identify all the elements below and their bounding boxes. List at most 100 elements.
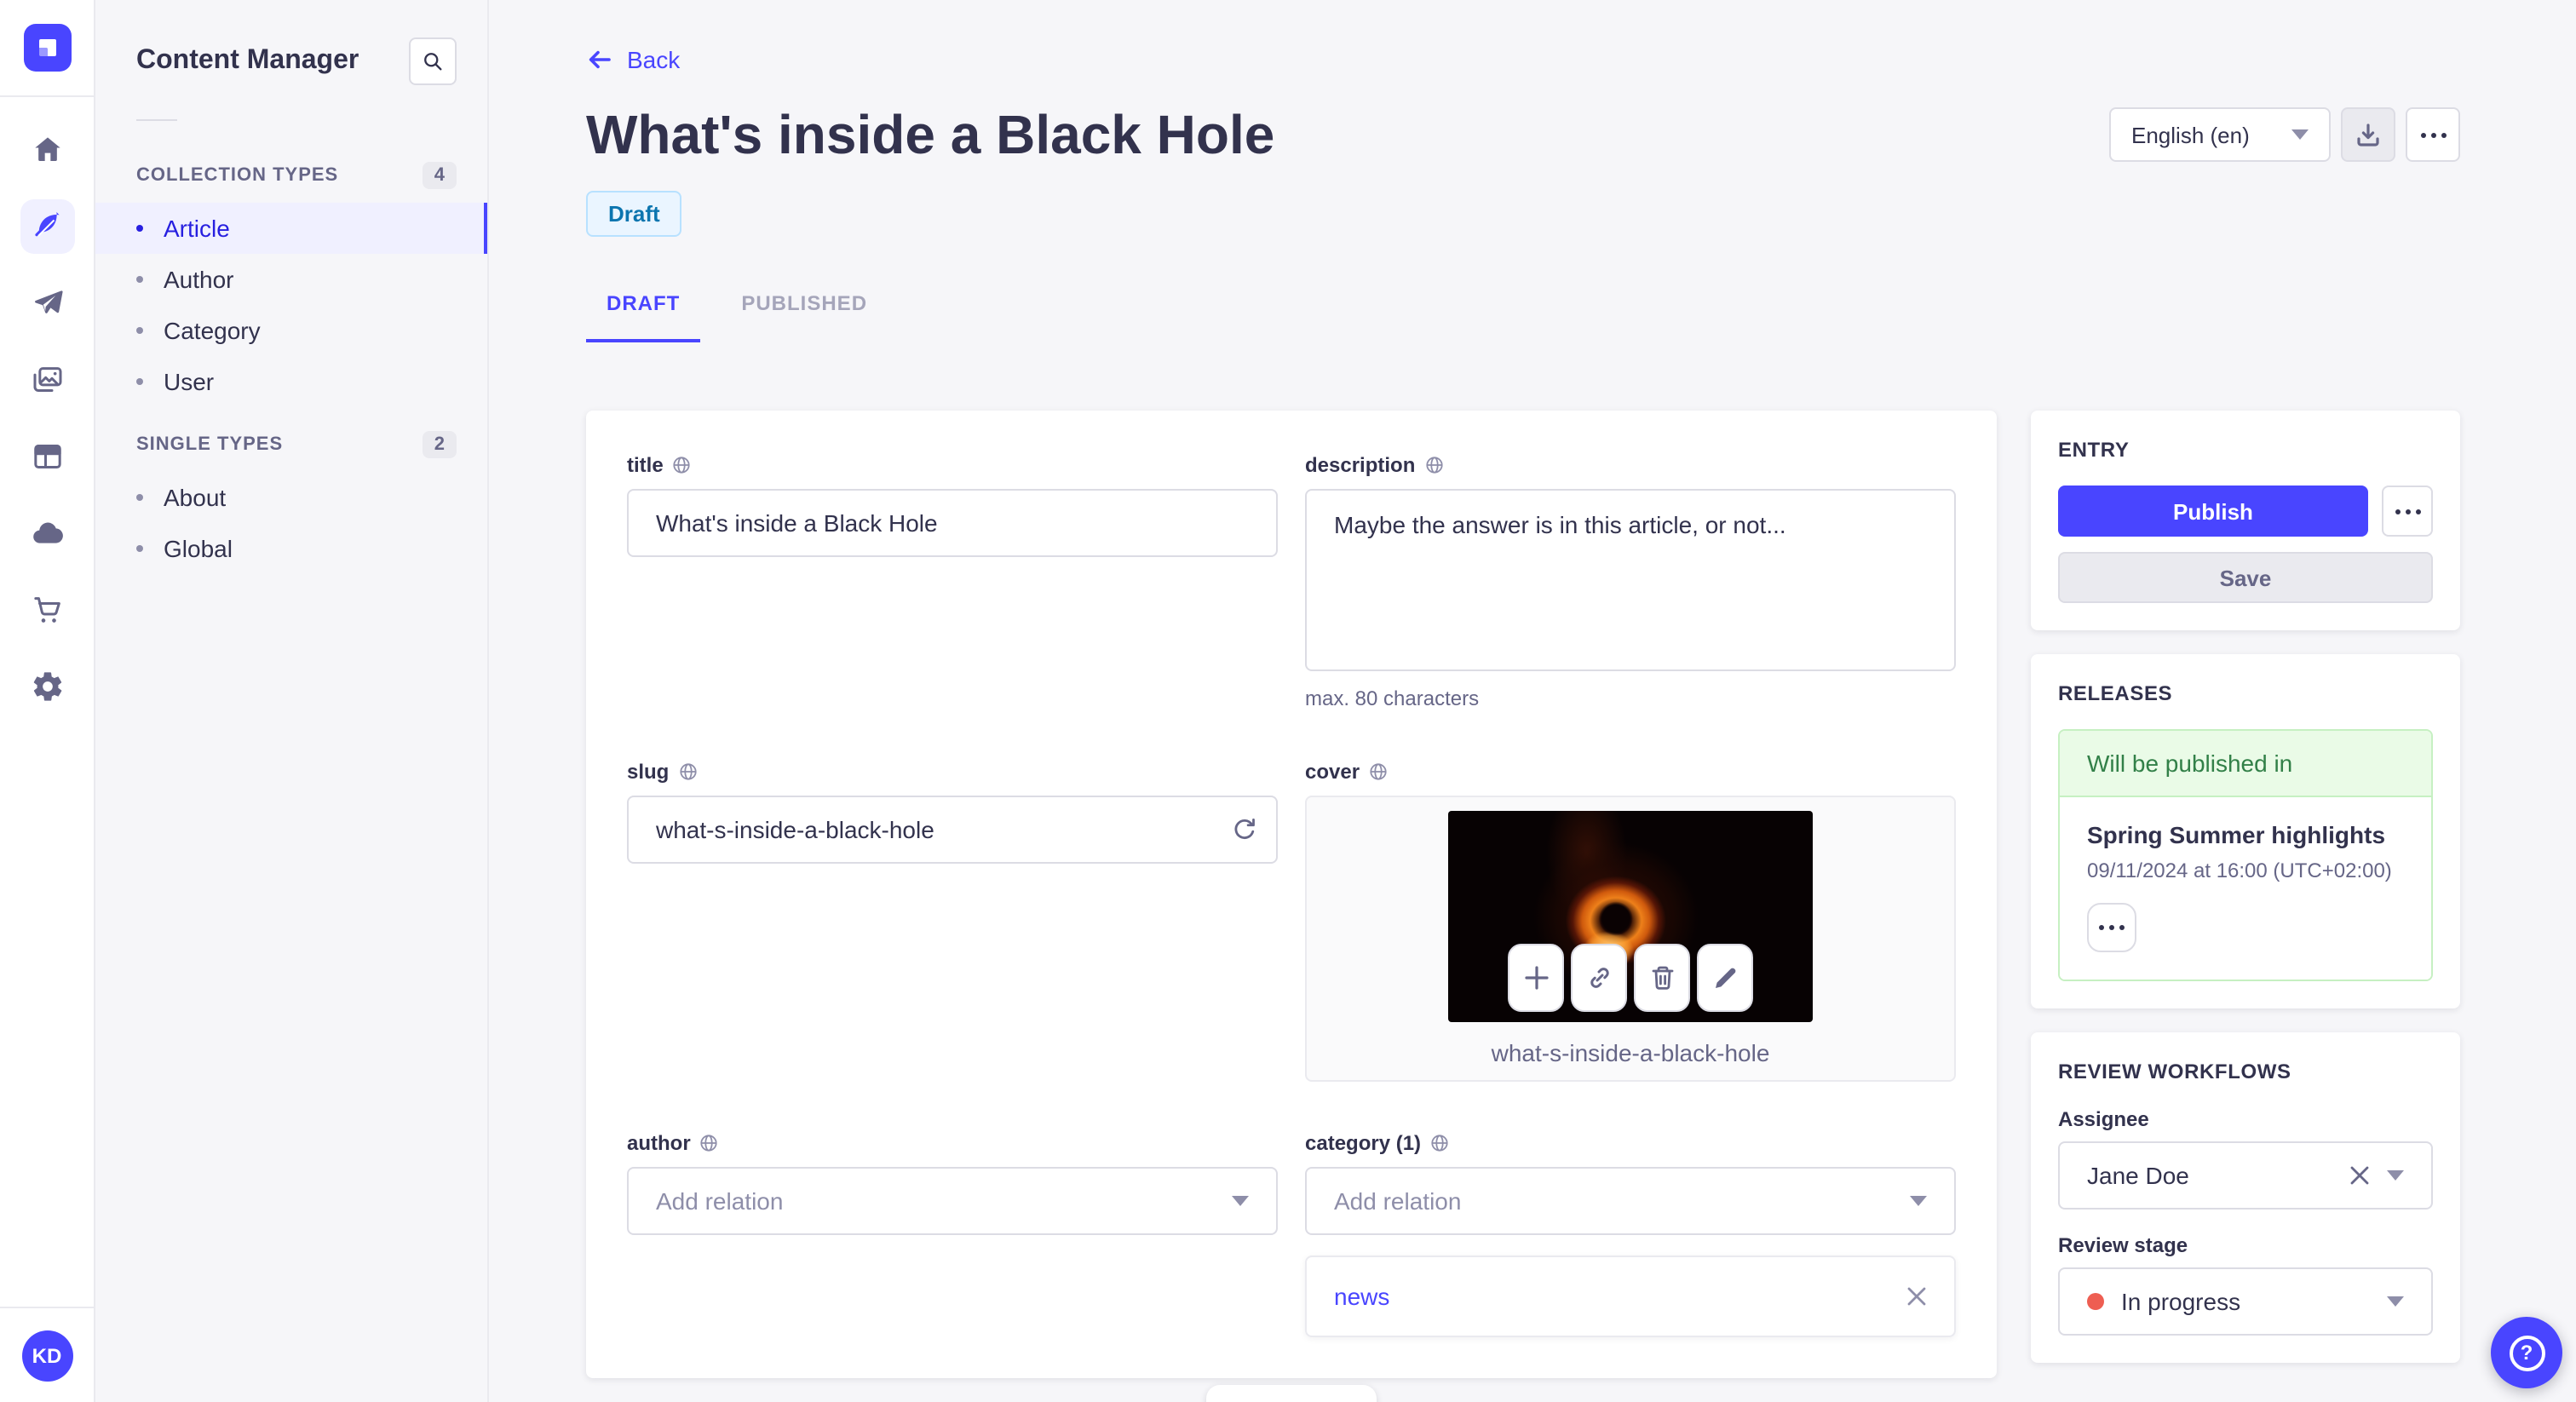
category-relation-placeholder: Add relation [1334,1187,1462,1215]
trash-icon [1651,966,1673,990]
plus-icon [1524,966,1548,990]
release-more-button[interactable] [2087,903,2136,952]
link-icon [1590,968,1608,988]
globe-icon [1431,1135,1448,1152]
sidebar-item-user[interactable]: User [95,356,487,407]
relation-link-news[interactable]: news [1334,1283,1389,1310]
single-types-section: SINGLE TYPES 2 About Global [95,431,487,574]
assignee-select[interactable]: Jane Doe [2058,1141,2433,1210]
single-types-count-badge: 2 [422,431,457,458]
category-relation-select[interactable]: Add relation [1305,1167,1956,1235]
globe-icon [701,1135,718,1152]
nav-content-type-builder-button[interactable] [20,429,74,484]
rail-nav [0,123,94,714]
globe-icon [674,457,691,474]
cover-caption: what-s-inside-a-black-hole [1491,1039,1770,1066]
slug-input[interactable] [627,796,1278,864]
bullet-icon [136,494,143,501]
locale-select[interactable]: English (en) [2109,107,2331,162]
user-avatar[interactable]: KD [21,1330,72,1381]
globe-icon [1370,763,1387,780]
nav-transfer-button[interactable] [20,276,74,330]
review-stage-value: In progress [2121,1288,2241,1315]
help-button[interactable]: ? [2491,1317,2562,1388]
sidebar-item-label: Article [164,215,230,242]
entry-panel-title: ENTRY [2058,438,2130,462]
author-relation-select[interactable]: Add relation [627,1167,1278,1235]
description-textarea[interactable]: Maybe the answer is in this article, or … [1305,489,1956,671]
sidebar-item-author[interactable]: Author [95,254,487,305]
nav-marketplace-button[interactable] [20,583,74,637]
entry-more-button[interactable] [2382,486,2433,537]
field-author: author Add relation [627,1129,1278,1337]
cover-image[interactable] [1448,811,1813,1022]
regenerate-slug-button[interactable] [1232,817,1257,842]
save-button[interactable]: Save [2058,552,2433,603]
delete-asset-button[interactable] [1634,944,1690,1012]
nav-home-button[interactable] [20,123,74,177]
sidebar-item-label: Global [164,535,233,562]
description-hint: max. 80 characters [1305,687,1480,710]
field-cover: cover what-s-inside-a-black-hole [1305,758,1956,1082]
export-button[interactable] [2341,107,2395,162]
sidebar-item-category[interactable]: Category [95,305,487,356]
ellipsis-icon [2395,509,2420,514]
tab-published[interactable]: PUBLISHED [721,278,888,342]
nav-settings-button[interactable] [20,659,74,714]
next-section-peek-card[interactable] [1206,1385,1377,1402]
review-stage-select[interactable]: In progress [2058,1267,2433,1336]
sidebar-item-about[interactable]: About [95,472,487,523]
assignee-label: Assignee [2058,1107,2149,1131]
back-label: Back [627,46,681,73]
review-panel-title: REVIEW WORKFLOWS [2058,1060,2291,1083]
sidebar-item-article[interactable]: Article [95,203,487,254]
cover-actions [1508,944,1753,1012]
publish-button[interactable]: Publish [2058,486,2368,537]
page-title: What's inside a Black Hole [586,104,1275,165]
author-field-label: author [627,1131,691,1155]
strapi-logo[interactable] [23,24,71,72]
bullet-icon [136,545,143,552]
collection-types-header: COLLECTION TYPES [136,165,339,186]
sidebar-item-global[interactable]: Global [95,523,487,574]
rail-bottom: KD [0,1307,94,1402]
search-button[interactable] [409,37,457,85]
download-icon [2357,124,2379,147]
chevron-down-icon [2387,1170,2404,1181]
copy-link-button[interactable] [1571,944,1627,1012]
rail-divider [0,95,94,97]
release-name: Spring Summer highlights [2087,821,2386,848]
nav-deploy-button[interactable] [20,506,74,560]
bullet-icon [136,225,143,232]
add-asset-button[interactable] [1508,944,1564,1012]
clear-icon[interactable] [2349,1165,2370,1186]
nav-content-manager-button[interactable] [20,199,74,254]
title-input[interactable] [627,489,1278,557]
nav-media-library-button[interactable] [20,353,74,407]
strapi-logo-icon [38,39,55,56]
app-root: KD Content Manager COLLECTION TYPES 4 Ar… [0,0,2576,1402]
bullet-icon [136,327,143,334]
remove-relation-button[interactable] [1906,1286,1927,1307]
locale-value: English (en) [2131,122,2250,147]
pencil-icon [1715,968,1735,988]
assignee-value: Jane Doe [2087,1162,2189,1189]
refresh-icon [1234,818,1255,840]
chevron-down-icon [2291,129,2309,140]
question-mark-icon: ? [2509,1335,2544,1370]
entry-sidebar: ENTRY Publish Save RELEASES Will be publ… [2031,411,2460,1363]
header-more-button[interactable] [2406,107,2460,162]
chevron-down-icon [2387,1296,2404,1307]
edit-asset-button[interactable] [1697,944,1753,1012]
review-stage-label: Review stage [2058,1233,2188,1257]
review-workflows-panel: REVIEW WORKFLOWS Assignee Jane Doe Revie… [2031,1032,2460,1363]
sidebar-item-label: Category [164,317,261,344]
search-icon [424,53,442,71]
tab-draft[interactable]: DRAFT [586,278,701,342]
main-content: Back What's inside a Black Hole English … [491,0,2576,1402]
pictures-icon [32,367,61,392]
field-category: category (1) Add relation news [1305,1129,1956,1337]
title-controls: English (en) [2109,107,2460,162]
back-link[interactable]: Back [586,46,680,73]
release-status: Will be published in [2060,731,2431,797]
